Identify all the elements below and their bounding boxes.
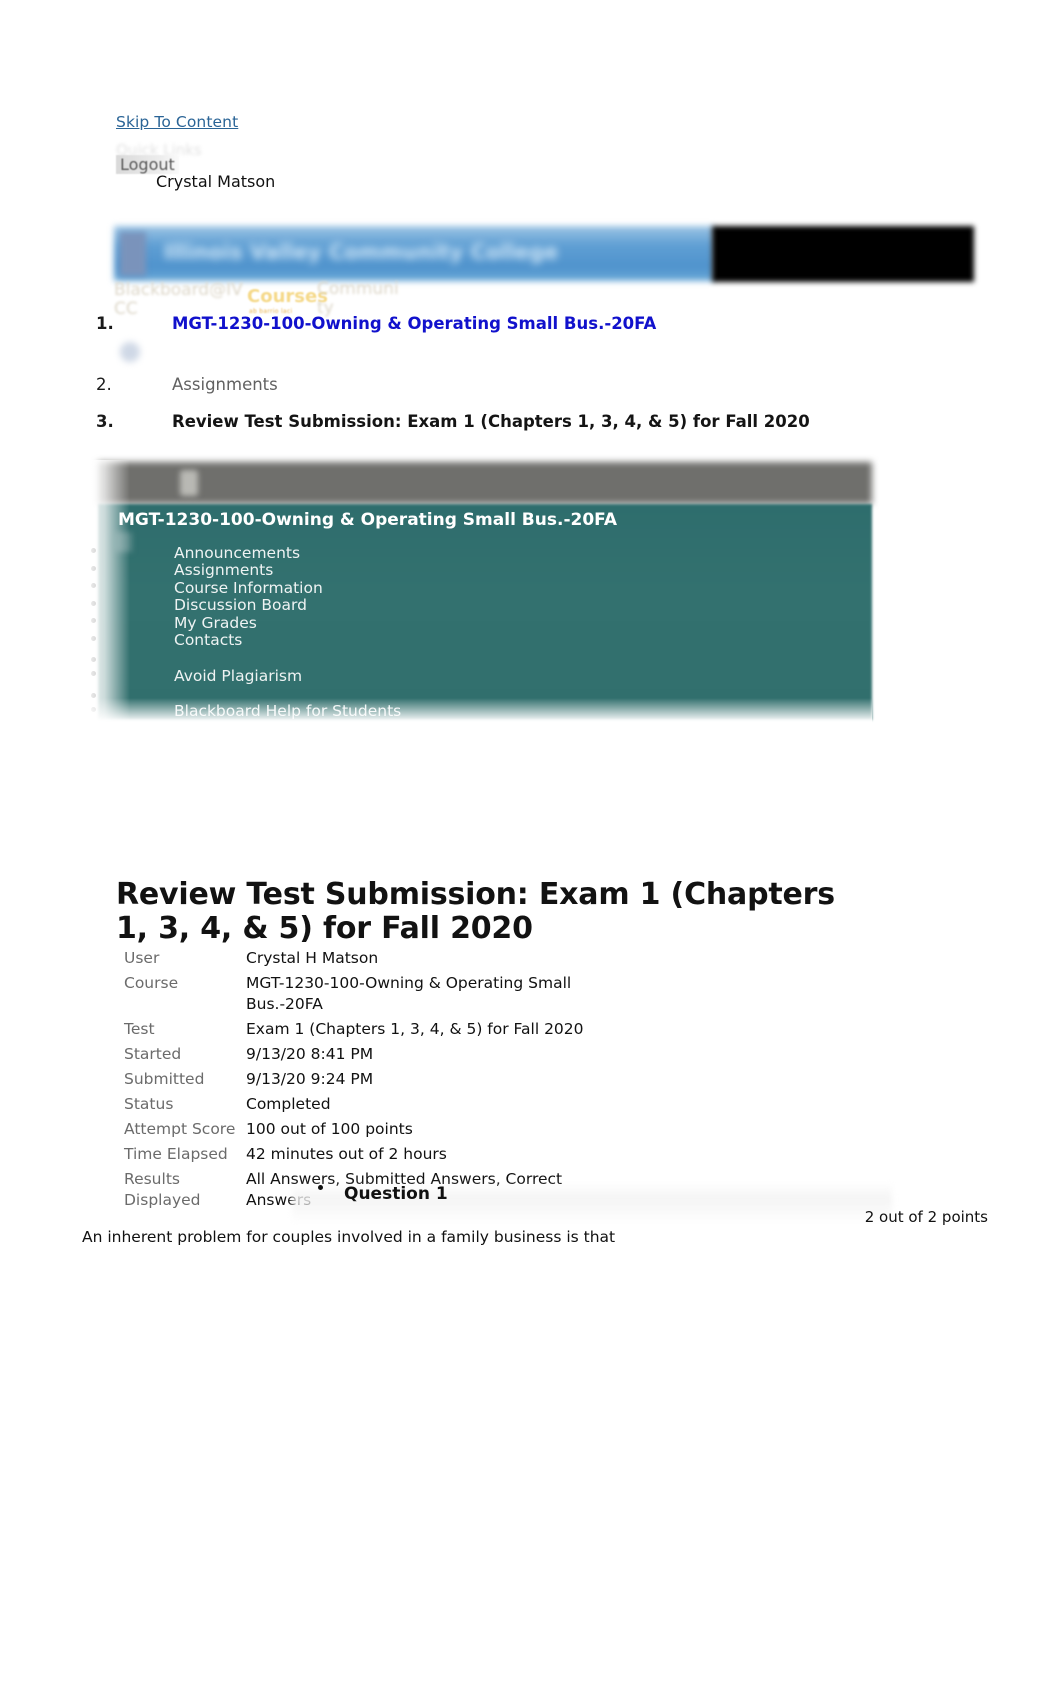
course-menu-list: Announcements Assignments Course Informa… [84, 544, 872, 720]
question-points: 2 out of 2 points [864, 1208, 988, 1226]
course-menu-toolbar [98, 462, 872, 504]
course-menu-label: My Grades [174, 613, 257, 632]
course-menu-label: Course Information [174, 578, 323, 597]
detail-label: Started [124, 1045, 182, 1063]
detail-value: 9/13/20 9:24 PM [246, 1070, 374, 1088]
detail-value: MGT-1230-100-Owning & Operating Small Bu… [246, 974, 572, 1013]
current-user-name: Crystal Matson [156, 172, 276, 191]
course-menu-label: Discussion Board [174, 596, 307, 615]
breadcrumb-item-current: 3. Review Test Submission: Exam 1 (Chapt… [96, 412, 886, 446]
detail-label: Test [124, 1020, 155, 1038]
detail-row-status: Status Completed [124, 1094, 744, 1115]
course-menu-item-contacts[interactable]: Contacts [84, 631, 872, 650]
page-title: Review Test Submission: Exam 1 (Chapters… [116, 877, 835, 947]
detail-row-course: Course MGT-1230-100-Owning & Operating S… [124, 973, 744, 1015]
detail-row-submitted: Submitted 9/13/20 9:24 PM [124, 1069, 744, 1090]
course-menu-divider [84, 649, 872, 667]
question-text: An inherent problem for couples involved… [82, 1228, 616, 1246]
institution-banner: Illinois Valley Community College [114, 222, 974, 285]
course-menu-label: Announcements [174, 543, 301, 562]
detail-value: Exam 1 (Chapters 1, 3, 4, & 5) for Fall … [246, 1020, 584, 1038]
course-menu-bottom-fade [84, 698, 872, 724]
detail-value: 100 out of 100 points [246, 1120, 413, 1138]
detail-label: Results Displayed [124, 1170, 201, 1209]
page-root: Skip To Content Quick Links Logout Cryst… [0, 0, 1062, 1700]
banner-redacted-block [712, 226, 974, 282]
banner-left-tab [120, 232, 146, 276]
detail-value: Completed [246, 1095, 331, 1113]
breadcrumb-number: 2. [96, 375, 112, 394]
detail-row-started: Started 9/13/20 8:41 PM [124, 1044, 744, 1065]
breadcrumb-label-current: Review Test Submission: Exam 1 (Chapters… [172, 412, 810, 431]
course-menu-item-discussion-board[interactable]: Discussion Board [84, 596, 872, 615]
detail-label: Submitted [124, 1070, 205, 1088]
detail-row-user: User Crystal H Matson [124, 948, 744, 969]
course-menu-item-announcements[interactable]: Announcements [84, 544, 872, 562]
question-title: Question 1 [344, 1184, 448, 1204]
course-menu-item-assignments[interactable]: Assignments [84, 561, 872, 580]
skip-to-content-link[interactable]: Skip To Content [116, 113, 238, 131]
course-menu-label: Assignments [174, 561, 274, 580]
course-menu-item-avoid-plagiarism[interactable]: Avoid Plagiarism [84, 667, 872, 685]
course-menu-left-fade [84, 460, 130, 722]
course-menu-label: Contacts [174, 631, 243, 650]
breadcrumb-item-course[interactable]: 1. MGT-1230-100-Owning & Operating Small… [96, 314, 886, 362]
detail-label: Attempt Score [124, 1120, 236, 1138]
detail-row-test: Test Exam 1 (Chapters 1, 3, 4, & 5) for … [124, 1019, 744, 1040]
breadcrumb-link-course[interactable]: MGT-1230-100-Owning & Operating Small Bu… [172, 314, 656, 333]
course-menu-label: Avoid Plagiarism [174, 666, 303, 685]
list-bullet-icon [318, 1185, 323, 1190]
detail-label: User [124, 949, 160, 967]
course-menu-toolbar-icon[interactable] [180, 470, 198, 496]
detail-value: Crystal H Matson [246, 949, 379, 967]
detail-value: 9/13/20 8:41 PM [246, 1045, 374, 1063]
detail-row-time-elapsed: Time Elapsed 42 minutes out of 2 hours [124, 1144, 744, 1165]
tab-courses[interactable]: Courses ab barrio laci [247, 286, 328, 315]
breadcrumb-number: 3. [96, 412, 114, 431]
course-menu-item-course-information[interactable]: Course Information [84, 579, 872, 597]
tab-community[interactable]: Communi ty [317, 280, 407, 318]
detail-label: Time Elapsed [124, 1145, 228, 1163]
detail-value: 42 minutes out of 2 hours [246, 1145, 447, 1163]
course-menu-title: MGT-1230-100-Owning & Operating Small Bu… [118, 510, 617, 530]
breadcrumb-link-assignments[interactable]: Assignments [172, 375, 278, 394]
tab-courses-label: Courses [247, 286, 328, 307]
detail-row-attempt-score: Attempt Score 100 out of 100 points [124, 1119, 744, 1140]
breadcrumb-number: 1. [96, 314, 114, 333]
detail-label: Status [124, 1095, 174, 1113]
banner-institution-name: Illinois Valley Community College [164, 240, 559, 264]
detail-label: Course [124, 974, 179, 992]
course-menu-panel: MGT-1230-100-Owning & Operating Small Bu… [84, 460, 872, 724]
breadcrumb-icon-blob [120, 342, 140, 362]
breadcrumb-item-assignments[interactable]: 2. Assignments [96, 375, 886, 409]
course-menu-item-my-grades[interactable]: My Grades [84, 614, 872, 632]
submission-details-table: User Crystal H Matson Course MGT-1230-10… [124, 948, 744, 1215]
breadcrumb: 1. MGT-1230-100-Owning & Operating Small… [96, 314, 886, 446]
